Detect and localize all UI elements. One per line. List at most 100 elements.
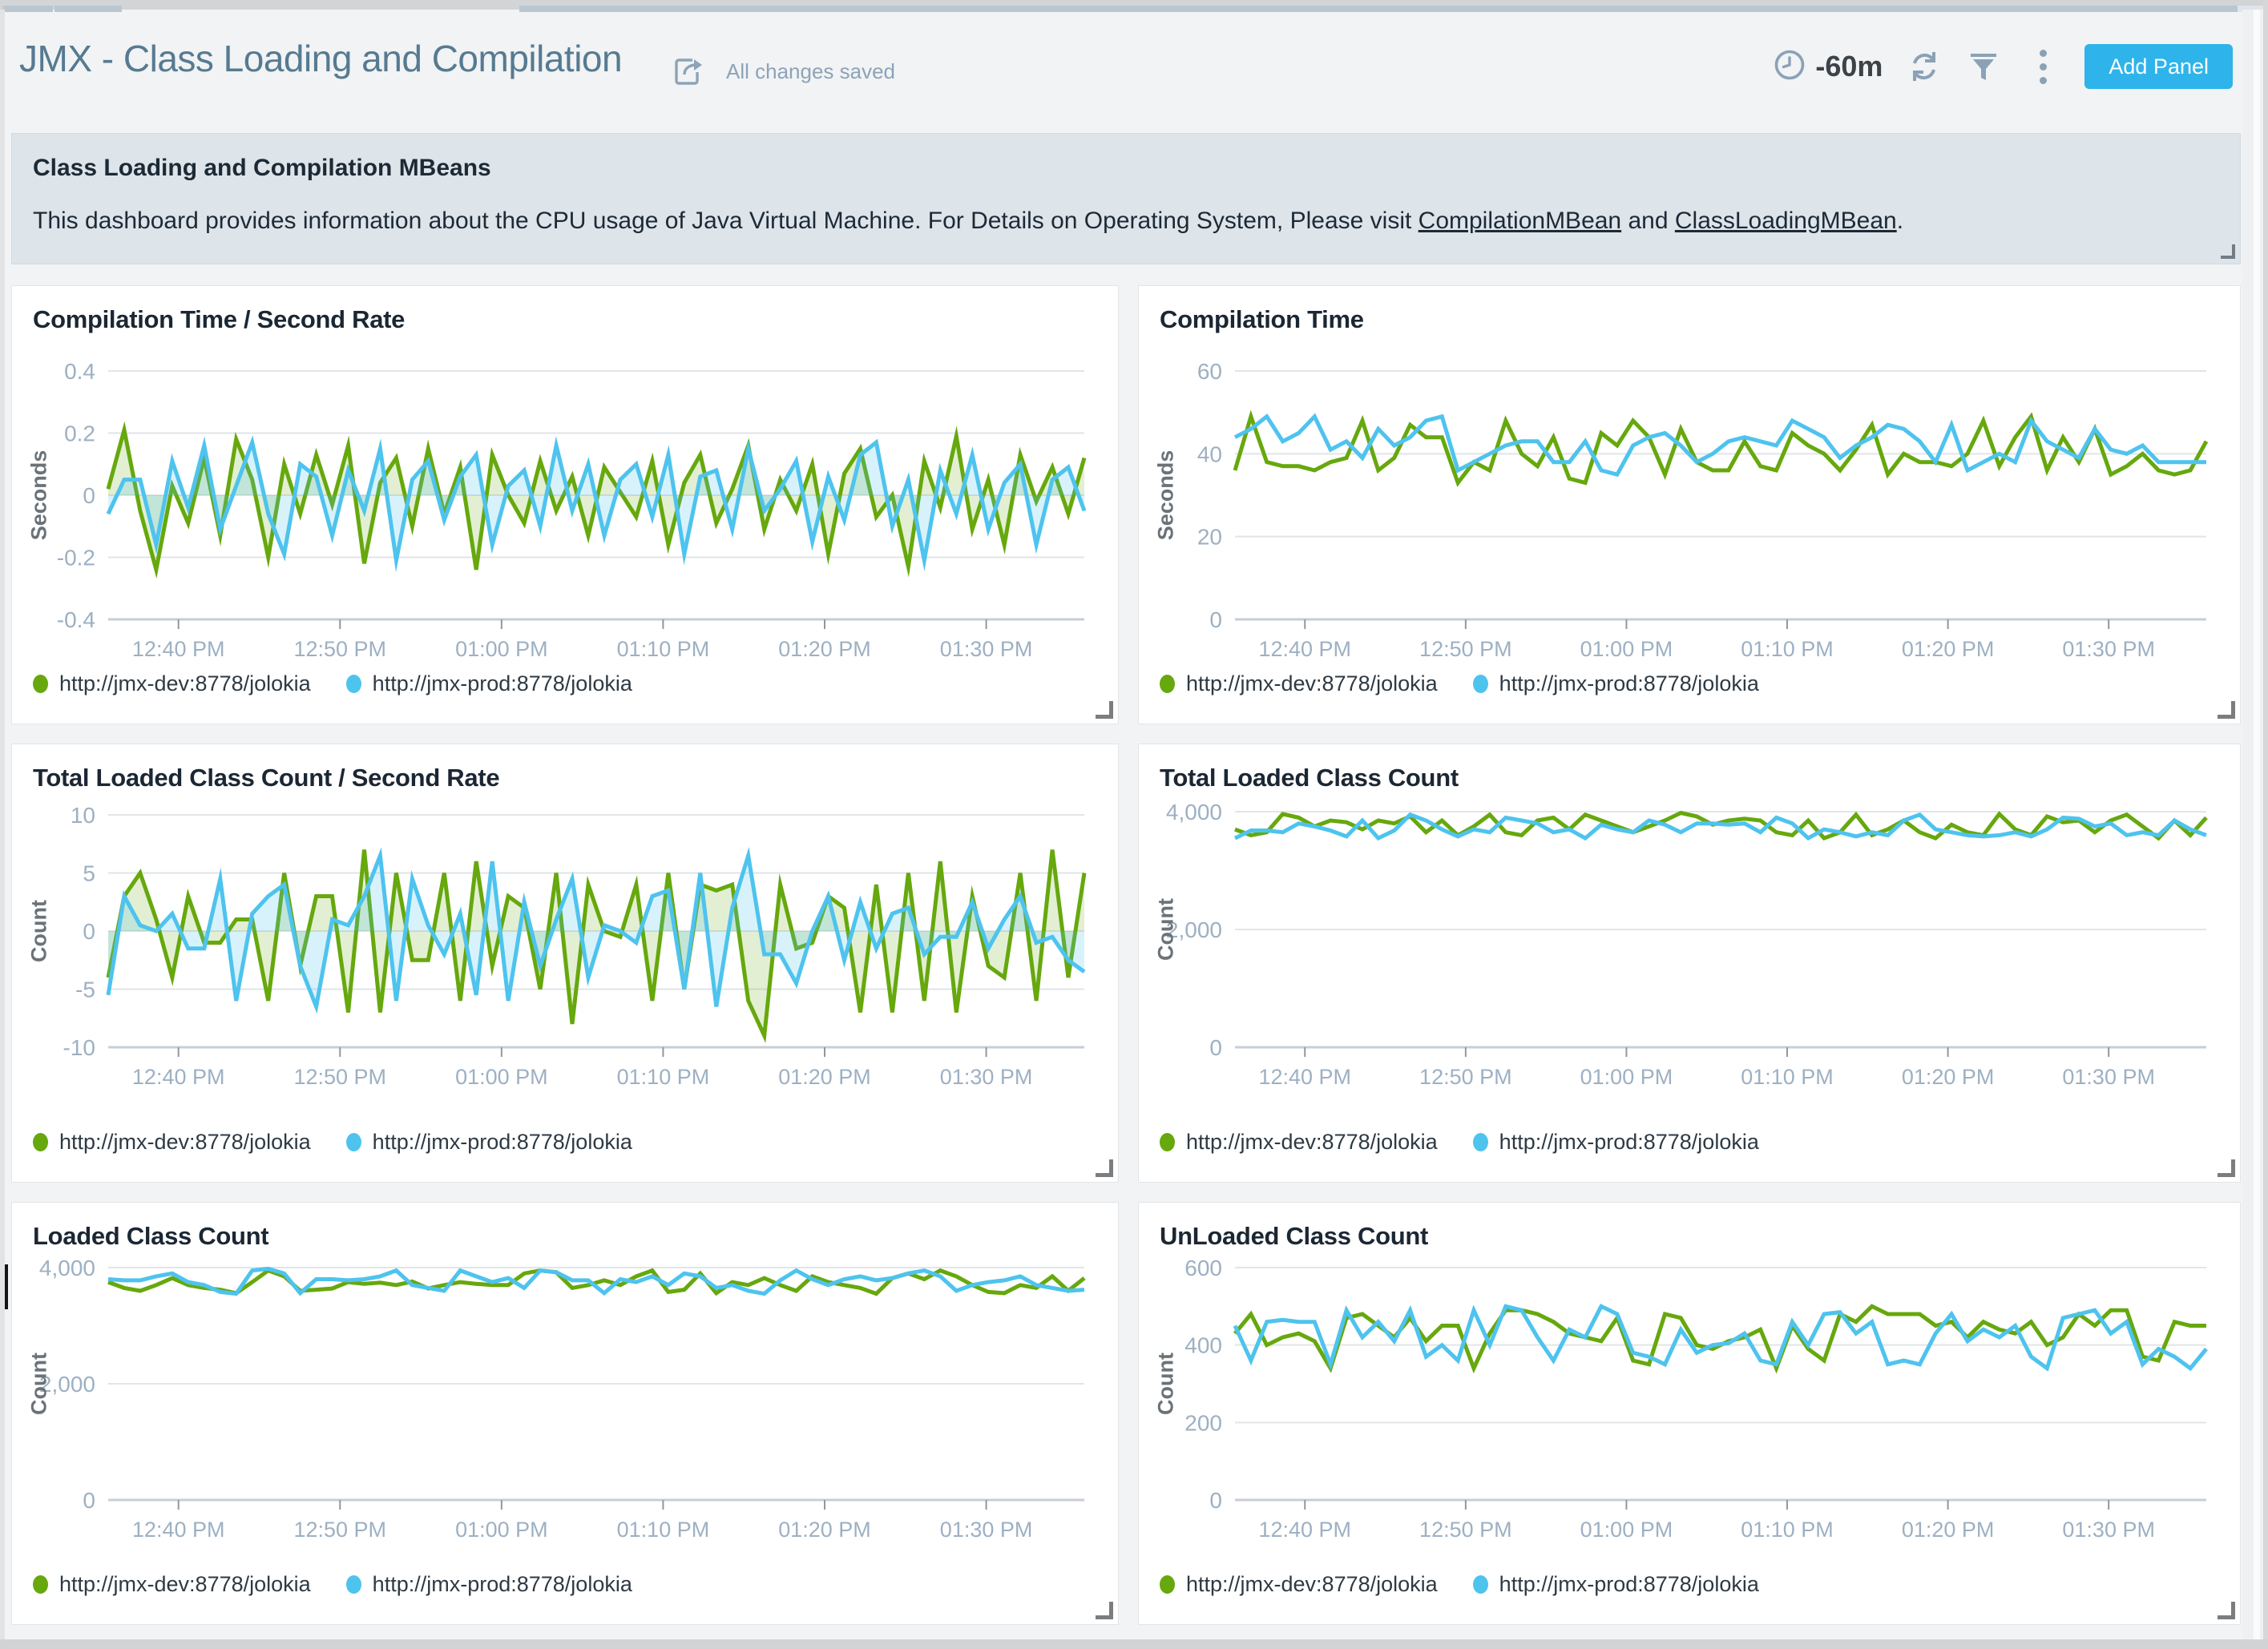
dashboard-screen: JMX - Class Loading and Compilation All … (0, 0, 2268, 1649)
panel-loaded-count: 4,0002,000012:40 PM12:50 PM01:00 PM01:10… (11, 1202, 1119, 1625)
chart-legend: http://jmx-dev:8778/jolokia http://jmx-p… (33, 1130, 632, 1155)
filter-button[interactable] (1966, 49, 2001, 84)
legend-label: http://jmx-dev:8778/jolokia (1186, 1130, 1438, 1155)
legend-dot-cyan (346, 675, 361, 693)
legend-item-prod[interactable]: http://jmx-prod:8778/jolokia (1473, 671, 1759, 696)
chart-canvas: 4,0002,000012:40 PM12:50 PM01:00 PM01:10… (12, 1203, 1118, 1624)
y-tick-label: -10 (63, 1035, 95, 1060)
legend-item-dev[interactable]: http://jmx-dev:8778/jolokia (1160, 671, 1438, 696)
legend-item-dev[interactable]: http://jmx-dev:8778/jolokia (1160, 1130, 1438, 1155)
legend-item-dev[interactable]: http://jmx-dev:8778/jolokia (33, 1130, 311, 1155)
legend-item-prod[interactable]: http://jmx-prod:8778/jolokia (346, 671, 632, 696)
classloading-mbean-link[interactable]: ClassLoadingMBean (1675, 208, 1897, 234)
legend-dot-cyan (346, 1575, 361, 1594)
window-frame-left (0, 10, 5, 1639)
y-tick-label: -0.4 (57, 607, 95, 632)
refresh-button[interactable] (1907, 49, 1942, 84)
panel-title: Compilation Time (1160, 305, 1364, 334)
x-tick-label: 12:50 PM (1419, 637, 1512, 661)
x-tick-label: 01:00 PM (1580, 1065, 1673, 1089)
x-tick-label: 01:20 PM (1902, 1065, 1995, 1089)
panel-resize-handle[interactable] (2218, 1159, 2235, 1177)
legend-label: http://jmx-prod:8778/jolokia (373, 671, 632, 696)
panel-resize-handle[interactable] (2221, 244, 2235, 259)
panel-resize-handle[interactable] (2218, 1602, 2235, 1619)
panel-resize-handle[interactable] (1096, 1602, 1113, 1619)
x-tick-label: 12:50 PM (1419, 1065, 1512, 1089)
legend-label: http://jmx-dev:8778/jolokia (59, 1572, 311, 1597)
x-tick-label: 01:00 PM (455, 1518, 548, 1542)
y-tick-label: 0 (1209, 1488, 1222, 1513)
scrollbar-track[interactable] (2242, 10, 2263, 1639)
x-tick-label: 01:30 PM (940, 1065, 1033, 1089)
scrollbar-thumb[interactable] (2254, 10, 2260, 1639)
legend-item-prod[interactable]: http://jmx-prod:8778/jolokia (346, 1572, 632, 1597)
legend-item-prod[interactable]: http://jmx-prod:8778/jolokia (346, 1130, 632, 1155)
y-axis-title: Count (1154, 898, 1179, 961)
y-tick-label: 400 (1184, 1333, 1222, 1358)
browser-tab-stub (54, 6, 122, 12)
x-tick-label: 01:10 PM (1741, 1518, 1834, 1542)
share-icon[interactable] (673, 58, 704, 87)
panel-title: UnLoaded Class Count (1160, 1222, 1428, 1251)
y-tick-label: 5 (83, 861, 95, 886)
y-tick-label: 0.2 (64, 421, 95, 446)
add-panel-button[interactable]: Add Panel (2084, 44, 2233, 89)
legend-item-dev[interactable]: http://jmx-dev:8778/jolokia (33, 1572, 311, 1597)
panel-title: Total Loaded Class Count (1160, 764, 1459, 792)
clock-icon (1774, 49, 1806, 85)
chart-legend: http://jmx-dev:8778/jolokia http://jmx-p… (1160, 1572, 1759, 1597)
panel-unloaded-count: 600400200012:40 PM12:50 PM01:00 PM01:10 … (1138, 1202, 2241, 1625)
chart-plot: 0.40.20-0.2-0.412:40 PM12:50 PM01:00 PM0… (12, 286, 1118, 724)
x-tick-label: 01:30 PM (940, 637, 1033, 661)
y-tick-label: 60 (1197, 359, 1222, 384)
panel-resize-handle[interactable] (1096, 701, 1113, 719)
chart-canvas: 600400200012:40 PM12:50 PM01:00 PM01:10 … (1139, 1203, 2240, 1624)
legend-item-prod[interactable]: http://jmx-prod:8778/jolokia (1473, 1130, 1759, 1155)
panel-resize-handle[interactable] (2218, 701, 2235, 719)
x-tick-label: 01:20 PM (778, 1065, 871, 1089)
series-line (1235, 1306, 2206, 1368)
legend-label: http://jmx-prod:8778/jolokia (1499, 1130, 1759, 1155)
save-status: All changes saved (726, 59, 895, 84)
chart-canvas: 4,0002,000012:40 PM12:50 PM01:00 PM01:10… (1139, 744, 2240, 1182)
intro-body-mid: and (1621, 208, 1675, 234)
legend-item-prod[interactable]: http://jmx-prod:8778/jolokia (1473, 1572, 1759, 1597)
intro-body: This dashboard provides information abou… (33, 208, 1903, 235)
y-tick-label: 10 (71, 803, 95, 828)
y-axis-title: Count (1154, 1353, 1179, 1415)
x-tick-label: 01:20 PM (1902, 1518, 1995, 1542)
legend-label: http://jmx-dev:8778/jolokia (59, 1130, 311, 1155)
legend-item-dev[interactable]: http://jmx-dev:8778/jolokia (33, 671, 311, 696)
legend-label: http://jmx-prod:8778/jolokia (373, 1130, 632, 1155)
y-tick-label: 0.4 (64, 359, 95, 384)
legend-dot-green (1160, 675, 1175, 693)
x-tick-label: 01:00 PM (455, 1065, 548, 1089)
legend-item-dev[interactable]: http://jmx-dev:8778/jolokia (1160, 1572, 1438, 1597)
kebab-menu[interactable] (2025, 49, 2060, 84)
time-range-picker[interactable]: -60m (1774, 49, 1883, 85)
intro-text-panel: Class Loading and Compilation MBeans Thi… (11, 133, 2241, 264)
window-frame-bottom (0, 1639, 2268, 1649)
chart-plot: 600400200012:40 PM12:50 PM01:00 PM01:10 … (1139, 1203, 2240, 1624)
chart-plot: 4,0002,000012:40 PM12:50 PM01:00 PM01:10… (12, 1203, 1118, 1624)
x-tick-label: 12:50 PM (293, 637, 386, 661)
browser-tab-stub (3, 6, 53, 12)
panel-title: Total Loaded Class Count / Second Rate (33, 764, 499, 792)
x-tick-label: 01:10 PM (617, 1518, 710, 1542)
panel-title: Compilation Time / Second Rate (33, 305, 405, 334)
compilation-mbean-link[interactable]: CompilationMBean (1419, 208, 1621, 234)
header-controls: -60m Add Panel (1774, 43, 2233, 90)
intro-body-prefix: This dashboard provides information abou… (33, 208, 1419, 234)
x-tick-label: 01:30 PM (2062, 1518, 2155, 1542)
y-axis-title: Count (27, 900, 52, 962)
legend-dot-green (33, 1575, 48, 1594)
x-tick-label: 12:50 PM (293, 1518, 386, 1542)
x-tick-label: 01:00 PM (1580, 1518, 1673, 1542)
legend-dot-cyan (1473, 675, 1488, 693)
y-axis-title: Seconds (27, 450, 52, 541)
x-tick-label: 01:10 PM (617, 637, 710, 661)
chart-legend: http://jmx-dev:8778/jolokia http://jmx-p… (33, 671, 632, 696)
legend-dot-green (33, 675, 48, 693)
panel-resize-handle[interactable] (1096, 1159, 1113, 1177)
